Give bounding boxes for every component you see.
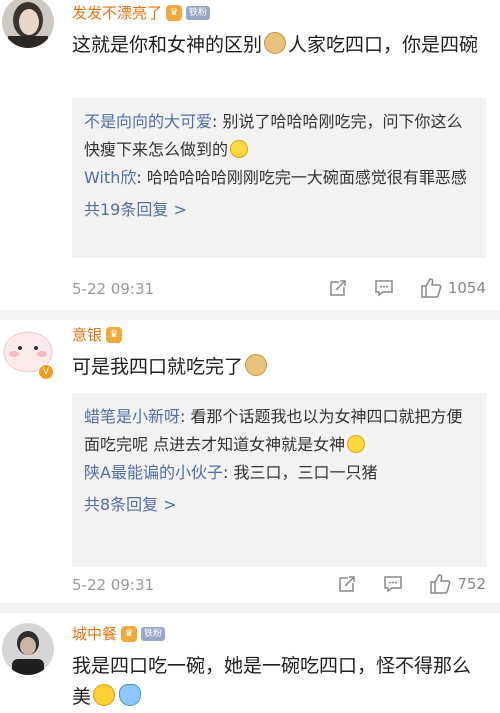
avatar-1[interactable] [2,0,54,48]
comment-1-text: 这就是你和女神的区别 人家吃四口，你是四碗 [72,32,479,56]
comment-3-text: 我是四口吃一碗，她是一碗吃四口，怪不得那么美 [72,655,472,708]
share-icon [339,576,356,592]
smile-emoji-icon [347,435,366,453]
comment-icon [384,576,403,593]
reply-author[interactable]: 陕A最能谝的小伙子 [84,463,223,482]
comment-button[interactable] [374,278,394,298]
reply-2-1: 蜡笔是小新呀: 看那个话题我也以为女神四口就把方便面吃完呢 点进去才知道女神就是… [84,407,463,454]
doge-emoji-icon [264,32,287,54]
avatar-3[interactable] [2,623,54,675]
reply-author[interactable]: 不是向向的大可爱 [84,112,212,131]
vip-badge-icon: ♛ [166,4,183,21]
comment-1-username[interactable]: 发发不漂亮了 ♛ 铁粉 [72,2,211,23]
share-button[interactable] [328,278,348,298]
comment-icon [375,280,393,297]
divider [0,603,500,613]
comment-3: 城中餐 ♛ 铁粉 我是四口吃一碗，她是一碗吃四口，怪不得那么美 [0,613,500,711]
vip-badge-icon: ♛ [121,625,138,642]
verified-icon: V [38,364,54,380]
timestamp: 5-22 09:31 [72,576,155,594]
comment-1-replies: 不是向向的大可爱: 别说了哈哈哈刚吃完，问下你这么快瘦下来怎么做到的 With欣… [72,98,486,258]
timestamp: 5-22 09:31 [72,280,155,298]
more-replies-link[interactable]: 共19条回复 > [84,196,474,224]
like-icon [421,278,442,298]
more-replies-link[interactable]: 共8条回复 > [84,491,474,519]
like-button[interactable]: 1054 [420,277,486,299]
reply-1-1: 不是向向的大可爱: 别说了哈哈哈刚吃完，问下你这么快瘦下来怎么做到的 [84,112,463,159]
smile-emoji-icon [230,140,249,158]
comment-1: 发发不漂亮了 ♛ 铁粉 这就是你和女神的区别 人家吃四口，你是四碗 不是向向的大可… [0,0,500,300]
share-icon [330,280,346,296]
share-button[interactable] [337,574,357,594]
fan-badge: 铁粉 [186,5,211,20]
like-icon [430,574,451,594]
comment-2-replies: 蜡笔是小新呀: 看那个话题我也以为女神四口就把方便面吃完呢 点进去才知道女神就是… [72,393,486,567]
comment-2: V 意银 ♛ 可是我四口就吃完了 蜡笔是小新呀: 看那个话题我也以为女神四口就把… [0,320,500,610]
laugh-emoji-icon [93,684,116,706]
kid-emoji-icon [119,684,142,706]
comment-button[interactable] [383,574,403,594]
divider [0,310,500,320]
reply-1-2: With欣: 哈哈哈哈哈刚刚吃完一大碗面感觉很有罪恶感 [84,168,467,187]
reply-author[interactable]: With欣 [84,168,136,187]
reply-2-2: 陕A最能谝的小伙子: 我三口，三口一只猪 [84,463,378,482]
comment-2-meta: 5-22 09:31 752 [72,573,486,597]
vip-badge-icon: ♛ [106,326,123,343]
comment-3-username[interactable]: 城中餐 ♛ 铁粉 [72,623,166,644]
fan-badge: 铁粉 [141,626,166,641]
like-button[interactable]: 752 [429,573,486,595]
like-count: 752 [457,575,486,593]
comment-1-meta: 5-22 09:31 1054 [72,277,486,301]
reply-author[interactable]: 蜡笔是小新呀 [84,407,180,426]
like-count: 1054 [447,279,486,297]
doge-emoji-icon [245,354,268,376]
comment-2-username[interactable]: 意银 ♛ [72,324,123,345]
comment-2-text: 可是我四口就吃完了 [72,352,482,383]
